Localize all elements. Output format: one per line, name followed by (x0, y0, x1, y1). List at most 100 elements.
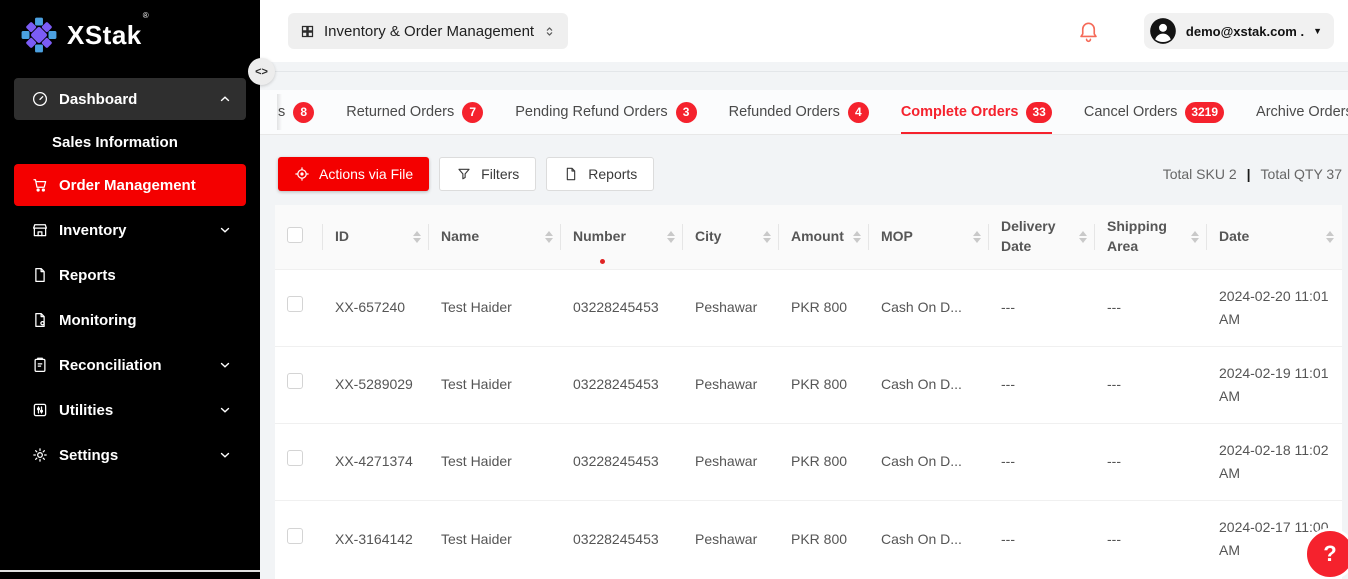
tab-returned-orders[interactable]: Returned Orders 7 (346, 90, 483, 134)
reports-label: Reports (588, 166, 637, 182)
sidebar-item-settings[interactable]: Settings (14, 434, 246, 476)
column-header-id[interactable]: ID (323, 205, 429, 269)
select-all-checkbox[interactable] (287, 227, 303, 243)
cell-delivery-date: --- (989, 346, 1095, 423)
tab-refunded-orders[interactable]: Refunded Orders 4 (729, 90, 869, 134)
cell-shipping-area: --- (1095, 269, 1207, 346)
column-header-number[interactable]: Number (561, 205, 683, 269)
sidebar-item-utilities[interactable]: Utilities (14, 389, 246, 431)
row-checkbox[interactable] (287, 450, 303, 466)
sidebar-collapse-toggle[interactable]: <> (248, 58, 275, 85)
sidebar-item-inventory[interactable]: Inventory (14, 209, 246, 251)
sort-icon[interactable] (973, 231, 981, 243)
app-switcher-button[interactable]: Inventory & Order Management (288, 13, 568, 49)
cell-select (275, 269, 323, 346)
tab-label: Cancel Orders (1084, 104, 1177, 120)
help-button[interactable]: ? (1304, 528, 1348, 579)
tab-pending-refund-orders[interactable]: Pending Refund Orders 3 (515, 90, 696, 134)
order-tabs-bar: s 8 Returned Orders 7 Pending Refund Ord… (260, 90, 1348, 135)
sort-icon[interactable] (1326, 231, 1334, 243)
tab-complete-orders[interactable]: Complete Orders 33 (901, 90, 1052, 134)
sidebar-item-label: Order Management (59, 177, 232, 194)
cell-name: Test Haider (429, 423, 561, 500)
topbar-right: demo@xstak.com . ▼ (1077, 13, 1338, 49)
sidebar-item-reports[interactable]: Reports (14, 254, 246, 296)
tab-partial-orders[interactable]: s 8 (278, 90, 314, 134)
column-header-shipping-area[interactable]: Shipping Area (1095, 205, 1207, 269)
column-header-delivery-date[interactable]: Delivery Date (989, 205, 1095, 269)
cell-id: XX-5289029 (323, 346, 429, 423)
sidebar-item-reconciliation[interactable]: Reconciliation (14, 344, 246, 386)
cell-amount: PKR 800 (779, 423, 869, 500)
sort-icon[interactable] (545, 231, 553, 243)
cell-id: XX-4271374 (323, 423, 429, 500)
sidebar-item-dashboard[interactable]: Dashboard (14, 78, 246, 120)
notification-bell-icon[interactable] (1077, 20, 1100, 43)
sort-icon[interactable] (667, 231, 675, 243)
sort-icon[interactable] (1191, 231, 1199, 243)
cell-name: Test Haider (429, 500, 561, 577)
row-checkbox[interactable] (287, 296, 303, 312)
actions-via-file-button[interactable]: Actions via File (278, 157, 429, 191)
cell-date: 2024-02-20 11:01 AM (1207, 269, 1342, 346)
column-header-city[interactable]: City (683, 205, 779, 269)
tab-count-badge: 4 (848, 102, 869, 123)
table-row[interactable]: XX-5289029 Test Haider 03228245453 Pesha… (275, 346, 1342, 423)
chevron-down-icon (218, 223, 232, 237)
chevron-down-icon (218, 448, 232, 462)
column-header-amount[interactable]: Amount (779, 205, 869, 269)
column-header-mop[interactable]: MOP (869, 205, 989, 269)
header-divider (260, 62, 1348, 72)
column-header-date[interactable]: Date (1207, 205, 1342, 269)
row-checkbox[interactable] (287, 528, 303, 544)
brand: XStak® (0, 0, 260, 54)
row-checkbox[interactable] (287, 373, 303, 389)
tab-label: Refunded Orders (729, 104, 840, 120)
cell-id: XX-3164142 (323, 500, 429, 577)
sidebar-item-label: Reports (59, 267, 232, 284)
topbar: Inventory & Order Management (260, 0, 1348, 62)
sidebar-item-label: Utilities (59, 402, 208, 419)
table-toolbar: Actions via File Filters Reports (278, 157, 1342, 191)
sort-icon[interactable] (853, 231, 861, 243)
cell-select (275, 423, 323, 500)
sidebar-item-sales-information[interactable]: Sales Information (14, 123, 246, 161)
cell-delivery-date: --- (989, 269, 1095, 346)
order-tabs: s 8 Returned Orders 7 Pending Refund Ord… (278, 90, 1348, 134)
sidebar-item-label: Sales Information (52, 134, 232, 151)
tab-count-badge: 3219 (1185, 102, 1224, 123)
filters-button[interactable]: Filters (439, 157, 536, 191)
table-row[interactable]: XX-4271374 Test Haider 03228245453 Pesha… (275, 423, 1342, 500)
store-icon (31, 221, 49, 239)
sort-icon[interactable] (1079, 231, 1087, 243)
user-menu[interactable]: demo@xstak.com . ▼ (1144, 13, 1334, 49)
sidebar-item-order-management[interactable]: Order Management (14, 164, 246, 206)
sort-icon[interactable] (413, 231, 421, 243)
app-switcher-label: Inventory & Order Management (324, 23, 534, 40)
cell-select (275, 346, 323, 423)
cell-shipping-area: --- (1095, 500, 1207, 577)
brand-name: XStak (67, 20, 142, 50)
tab-archive-orders[interactable]: Archive Orders 14 (1256, 90, 1348, 134)
sidebar-item-monitoring[interactable]: Monitoring (14, 299, 246, 341)
total-qty: Total QTY 37 (1261, 166, 1342, 182)
tab-count-badge: 3 (676, 102, 697, 123)
sidebar-item-label: Reconciliation (59, 357, 208, 374)
sliders-icon (31, 401, 49, 419)
tab-cancel-orders[interactable]: Cancel Orders 3219 (1084, 90, 1224, 134)
cell-amount: PKR 800 (779, 500, 869, 577)
sidebar-item-label: Dashboard (59, 91, 208, 108)
reports-button[interactable]: Reports (546, 157, 654, 191)
column-header-name[interactable]: Name (429, 205, 561, 269)
totals-divider: | (1247, 166, 1251, 182)
tab-count-badge: 33 (1026, 102, 1051, 123)
tab-label: Complete Orders (901, 104, 1019, 120)
gear-icon (31, 446, 49, 464)
cell-date: 2024-02-19 11:01 AM (1207, 346, 1342, 423)
cart-icon (31, 176, 49, 194)
cell-shipping-area: --- (1095, 423, 1207, 500)
table-row[interactable]: XX-3164142 Test Haider 03228245453 Pesha… (275, 500, 1342, 577)
table-row[interactable]: XX-657240 Test Haider 03228245453 Peshaw… (275, 269, 1342, 346)
cell-select (275, 500, 323, 577)
sort-icon[interactable] (763, 231, 771, 243)
